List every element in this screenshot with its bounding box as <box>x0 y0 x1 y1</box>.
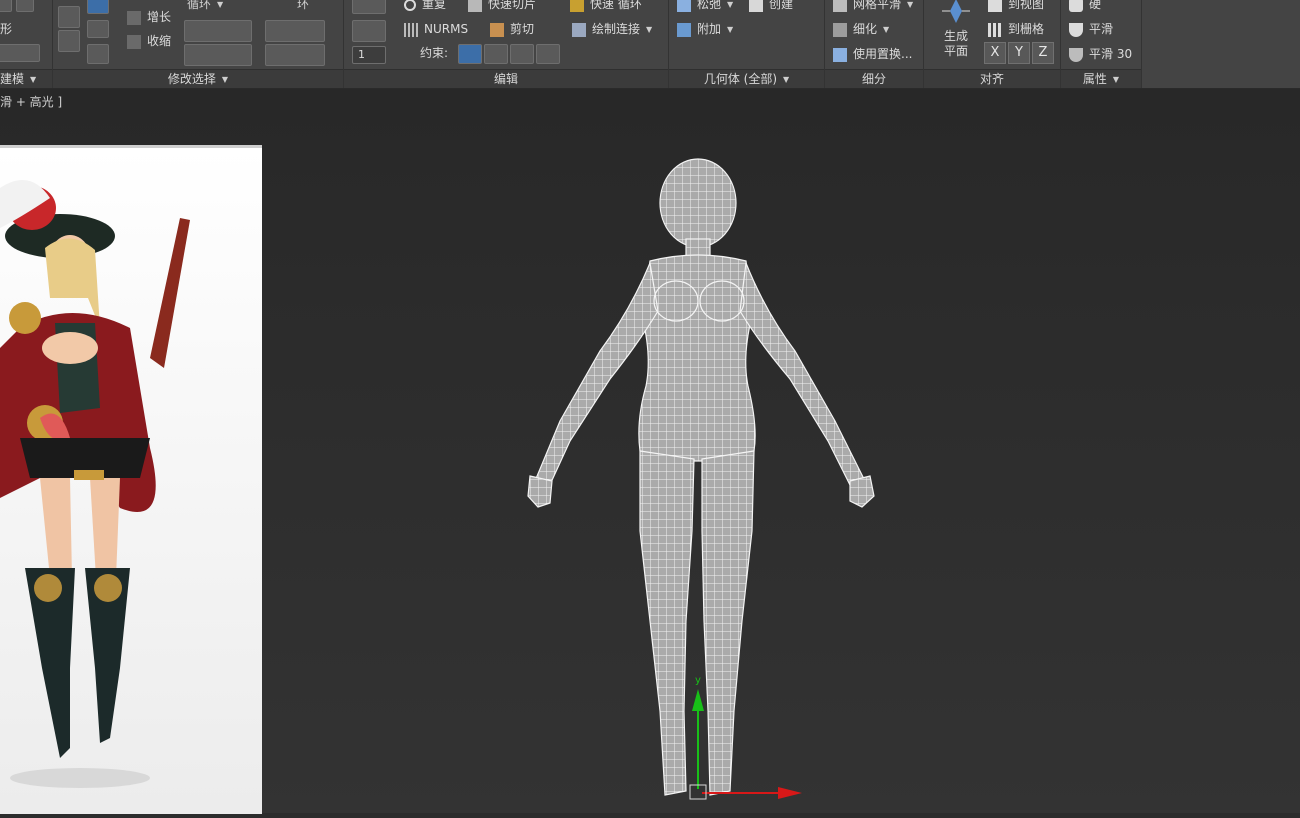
create-button[interactable]: 创建 <box>749 0 793 15</box>
hard-icon <box>1069 0 1083 12</box>
quickloop-icon <box>570 0 584 12</box>
ring-grow-shrink-button[interactable] <box>265 20 325 42</box>
cube-icon[interactable] <box>0 0 12 12</box>
panel-properties-footer[interactable]: 属性 ▼ <box>1061 69 1141 88</box>
gizmo-y-arrow-icon <box>692 689 704 711</box>
quickslice-icon <box>468 0 482 12</box>
constraint-normal-icon[interactable] <box>536 44 560 64</box>
select-mode-icon[interactable] <box>58 30 80 52</box>
panel-properties: 硬 平滑 平滑 30 属性 ▼ <box>1061 0 1142 88</box>
gizmo-x-arrow-icon <box>778 787 802 799</box>
repeat-icon <box>404 0 416 11</box>
panel-modeling: 形 建模 ▼ <box>0 0 53 88</box>
preserve-uv-icon[interactable] <box>352 0 386 14</box>
align-grid-icon <box>988 22 1002 37</box>
align-view-icon <box>988 0 1002 12</box>
tessellate-button[interactable]: 细化 ▼ <box>833 18 889 40</box>
constraint-none-icon[interactable] <box>458 44 482 64</box>
panel-edit-footer[interactable]: 编辑 <box>344 69 668 88</box>
nurms-icon <box>404 22 418 37</box>
align-y-button[interactable]: Y <box>1008 42 1030 64</box>
select-arrow-icon[interactable] <box>87 44 109 64</box>
ring-options-button[interactable] <box>265 44 325 66</box>
create-icon <box>749 0 763 12</box>
align-z-button[interactable]: Z <box>1032 42 1054 64</box>
constraint-face-icon[interactable] <box>510 44 534 64</box>
attach-button[interactable]: 附加 ▼ <box>677 18 733 40</box>
smooth-icon <box>1069 22 1083 37</box>
shrink-button[interactable]: 收缩 <box>127 30 171 52</box>
spinner-value: 1 <box>358 48 365 61</box>
relax-button[interactable]: 松弛 ▼ <box>677 0 733 15</box>
loop-grow-shrink-button[interactable] <box>184 20 252 42</box>
cut-button[interactable]: 剪切 <box>490 18 534 40</box>
tessellate-icon <box>833 22 847 37</box>
smooth-button[interactable]: 平滑 <box>1069 18 1113 40</box>
nurms-button[interactable]: NURMS <box>404 18 468 40</box>
relax-icon <box>677 0 691 12</box>
panel-geometry-footer[interactable]: 几何体 (全部) ▼ <box>669 69 824 88</box>
smooth30-icon <box>1069 47 1083 62</box>
panel-subdivision-footer[interactable]: 细分 <box>825 69 923 88</box>
smooth30-button[interactable]: 平滑 30 <box>1069 43 1132 65</box>
align-to-grid-button[interactable]: 到栅格 <box>988 18 1044 40</box>
panel-align: 生成平面 到视图 到栅格 X Y Z 对齐 <box>924 0 1061 88</box>
panel-subdivision: 网格平滑 ▼ 细化 ▼ 使用置换... 细分 <box>825 0 924 88</box>
shrink-icon <box>127 34 141 49</box>
constraint-edge-icon[interactable] <box>484 44 508 64</box>
perspective-viewport[interactable]: 滑 + 高光 ] y <box>0 89 1300 814</box>
ring-button[interactable]: 环 <box>297 0 309 15</box>
cut-icon <box>490 22 504 37</box>
attach-icon <box>677 22 691 37</box>
command-ribbon: 形 建模 ▼ 增长 收缩 循环 ▼ 环 修改选择 ▼ 1 重复 快速切片 快速 循环 … <box>0 0 1300 89</box>
panel-align-footer[interactable]: 对齐 <box>924 69 1060 88</box>
circle-toggle-button[interactable] <box>0 44 40 62</box>
panel-modeling-footer[interactable]: 建模 ▼ <box>0 69 52 88</box>
panel-modify-selection: 增长 收缩 循环 ▼ 环 修改选择 ▼ <box>53 0 344 88</box>
shape-label: 形 <box>0 22 13 36</box>
panel-edit: 1 重复 快速切片 快速 循环 NURMS 剪切 绘制连接 ▼ 约束: 编辑 <box>344 0 669 88</box>
meshsmooth-button[interactable]: 网格平滑 ▼ <box>833 0 913 15</box>
gizmo-y-label: y <box>695 675 701 686</box>
reference-character-image <box>0 148 262 814</box>
constraints-label: 约束: <box>420 46 449 60</box>
loop-options-dropdown[interactable] <box>184 44 252 66</box>
box-icon[interactable] <box>16 0 34 12</box>
select-icon[interactable] <box>58 6 80 28</box>
grow-icon <box>127 10 141 25</box>
panel-modify-selection-footer[interactable]: 修改选择 ▼ <box>53 69 343 88</box>
viewport-shading-label[interactable]: 滑 + 高光 ] <box>0 93 62 110</box>
paint-connect-button[interactable]: 绘制连接 ▼ <box>572 18 652 40</box>
paint-connect-icon <box>572 22 586 37</box>
quickslice-button[interactable]: 快速切片 <box>468 0 536 15</box>
transform-gizmo[interactable]: y <box>680 671 820 801</box>
displace-icon <box>833 47 847 62</box>
grow-button[interactable]: 增长 <box>127 6 171 28</box>
tweak-icon[interactable] <box>352 20 386 42</box>
make-planar-icon <box>942 0 970 23</box>
make-planar-button[interactable]: 生成平面 <box>932 0 980 66</box>
loop-button[interactable]: 循环 ▼ <box>187 0 223 15</box>
reference-image-plane[interactable] <box>0 145 262 814</box>
select-active-icon[interactable] <box>87 0 109 14</box>
select-pin-icon[interactable] <box>87 20 109 38</box>
preserve-uv-spinner[interactable]: 1 <box>352 46 386 64</box>
meshsmooth-icon <box>833 0 847 12</box>
use-displace-button[interactable]: 使用置换... <box>833 43 912 65</box>
align-x-button[interactable]: X <box>984 42 1006 64</box>
repeat-button[interactable]: 重复 <box>404 0 446 15</box>
hard-button[interactable]: 硬 <box>1069 0 1101 15</box>
panel-geometry: 松弛 ▼ 创建 附加 ▼ 几何体 (全部) ▼ <box>669 0 825 88</box>
align-to-view-button[interactable]: 到视图 <box>988 0 1044 15</box>
quickloop-button[interactable]: 快速 循环 <box>570 0 642 15</box>
